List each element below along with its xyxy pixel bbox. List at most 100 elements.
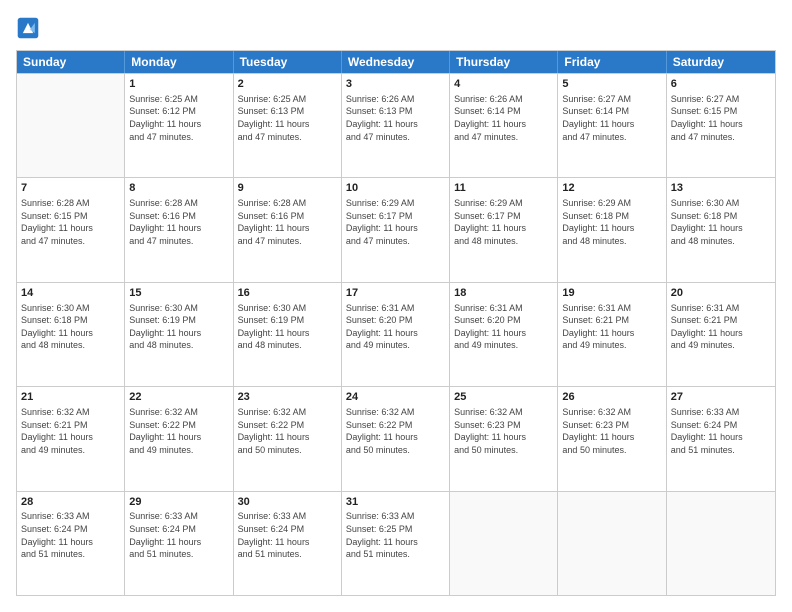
day-info: Sunrise: 6:31 AM Sunset: 6:21 PM Dayligh… xyxy=(671,302,771,352)
cal-week-2: 7Sunrise: 6:28 AM Sunset: 6:15 PM Daylig… xyxy=(17,177,775,281)
calendar-header-row: SundayMondayTuesdayWednesdayThursdayFrid… xyxy=(17,51,775,73)
cal-cell: 13Sunrise: 6:30 AM Sunset: 6:18 PM Dayli… xyxy=(667,178,775,281)
day-info: Sunrise: 6:33 AM Sunset: 6:25 PM Dayligh… xyxy=(346,510,445,560)
day-info: Sunrise: 6:29 AM Sunset: 6:18 PM Dayligh… xyxy=(562,197,661,247)
day-info: Sunrise: 6:30 AM Sunset: 6:19 PM Dayligh… xyxy=(129,302,228,352)
day-info: Sunrise: 6:31 AM Sunset: 6:21 PM Dayligh… xyxy=(562,302,661,352)
day-number: 19 xyxy=(562,286,661,301)
day-number: 21 xyxy=(21,390,120,405)
cal-cell: 14Sunrise: 6:30 AM Sunset: 6:18 PM Dayli… xyxy=(17,283,125,386)
cal-cell: 21Sunrise: 6:32 AM Sunset: 6:21 PM Dayli… xyxy=(17,387,125,490)
day-info: Sunrise: 6:33 AM Sunset: 6:24 PM Dayligh… xyxy=(21,510,120,560)
day-number: 14 xyxy=(21,286,120,301)
day-number: 24 xyxy=(346,390,445,405)
day-number: 12 xyxy=(562,181,661,196)
day-number: 28 xyxy=(21,495,120,510)
cal-cell: 11Sunrise: 6:29 AM Sunset: 6:17 PM Dayli… xyxy=(450,178,558,281)
day-number: 29 xyxy=(129,495,228,510)
calendar-body: 1Sunrise: 6:25 AM Sunset: 6:12 PM Daylig… xyxy=(17,73,775,595)
cal-header-day-sunday: Sunday xyxy=(17,51,125,73)
day-info: Sunrise: 6:32 AM Sunset: 6:22 PM Dayligh… xyxy=(346,406,445,456)
day-number: 23 xyxy=(238,390,337,405)
cal-cell: 18Sunrise: 6:31 AM Sunset: 6:20 PM Dayli… xyxy=(450,283,558,386)
cal-header-day-tuesday: Tuesday xyxy=(234,51,342,73)
cal-cell: 28Sunrise: 6:33 AM Sunset: 6:24 PM Dayli… xyxy=(17,492,125,595)
day-number: 17 xyxy=(346,286,445,301)
cal-cell: 29Sunrise: 6:33 AM Sunset: 6:24 PM Dayli… xyxy=(125,492,233,595)
cal-cell xyxy=(558,492,666,595)
day-number: 30 xyxy=(238,495,337,510)
cal-cell: 26Sunrise: 6:32 AM Sunset: 6:23 PM Dayli… xyxy=(558,387,666,490)
day-info: Sunrise: 6:30 AM Sunset: 6:19 PM Dayligh… xyxy=(238,302,337,352)
day-number: 11 xyxy=(454,181,553,196)
cal-cell: 24Sunrise: 6:32 AM Sunset: 6:22 PM Dayli… xyxy=(342,387,450,490)
day-info: Sunrise: 6:25 AM Sunset: 6:12 PM Dayligh… xyxy=(129,93,228,143)
day-number: 4 xyxy=(454,77,553,92)
cal-cell: 20Sunrise: 6:31 AM Sunset: 6:21 PM Dayli… xyxy=(667,283,775,386)
day-number: 6 xyxy=(671,77,771,92)
day-number: 13 xyxy=(671,181,771,196)
cal-cell: 7Sunrise: 6:28 AM Sunset: 6:15 PM Daylig… xyxy=(17,178,125,281)
day-info: Sunrise: 6:32 AM Sunset: 6:23 PM Dayligh… xyxy=(454,406,553,456)
day-info: Sunrise: 6:31 AM Sunset: 6:20 PM Dayligh… xyxy=(454,302,553,352)
day-info: Sunrise: 6:30 AM Sunset: 6:18 PM Dayligh… xyxy=(671,197,771,247)
day-info: Sunrise: 6:26 AM Sunset: 6:14 PM Dayligh… xyxy=(454,93,553,143)
day-number: 15 xyxy=(129,286,228,301)
cal-cell: 23Sunrise: 6:32 AM Sunset: 6:22 PM Dayli… xyxy=(234,387,342,490)
cal-week-1: 1Sunrise: 6:25 AM Sunset: 6:12 PM Daylig… xyxy=(17,73,775,177)
cal-cell: 15Sunrise: 6:30 AM Sunset: 6:19 PM Dayli… xyxy=(125,283,233,386)
day-number: 8 xyxy=(129,181,228,196)
cal-cell: 2Sunrise: 6:25 AM Sunset: 6:13 PM Daylig… xyxy=(234,74,342,177)
day-number: 5 xyxy=(562,77,661,92)
day-info: Sunrise: 6:26 AM Sunset: 6:13 PM Dayligh… xyxy=(346,93,445,143)
cal-cell: 6Sunrise: 6:27 AM Sunset: 6:15 PM Daylig… xyxy=(667,74,775,177)
day-info: Sunrise: 6:33 AM Sunset: 6:24 PM Dayligh… xyxy=(129,510,228,560)
header xyxy=(16,16,776,40)
day-info: Sunrise: 6:33 AM Sunset: 6:24 PM Dayligh… xyxy=(238,510,337,560)
calendar: SundayMondayTuesdayWednesdayThursdayFrid… xyxy=(16,50,776,596)
day-info: Sunrise: 6:28 AM Sunset: 6:16 PM Dayligh… xyxy=(238,197,337,247)
day-number: 10 xyxy=(346,181,445,196)
day-number: 3 xyxy=(346,77,445,92)
day-number: 18 xyxy=(454,286,553,301)
day-number: 16 xyxy=(238,286,337,301)
day-number: 22 xyxy=(129,390,228,405)
cal-cell: 1Sunrise: 6:25 AM Sunset: 6:12 PM Daylig… xyxy=(125,74,233,177)
day-number: 1 xyxy=(129,77,228,92)
cal-cell: 27Sunrise: 6:33 AM Sunset: 6:24 PM Dayli… xyxy=(667,387,775,490)
day-info: Sunrise: 6:29 AM Sunset: 6:17 PM Dayligh… xyxy=(346,197,445,247)
cal-cell: 4Sunrise: 6:26 AM Sunset: 6:14 PM Daylig… xyxy=(450,74,558,177)
cal-cell: 8Sunrise: 6:28 AM Sunset: 6:16 PM Daylig… xyxy=(125,178,233,281)
day-number: 31 xyxy=(346,495,445,510)
cal-week-3: 14Sunrise: 6:30 AM Sunset: 6:18 PM Dayli… xyxy=(17,282,775,386)
day-info: Sunrise: 6:32 AM Sunset: 6:21 PM Dayligh… xyxy=(21,406,120,456)
day-number: 20 xyxy=(671,286,771,301)
page: SundayMondayTuesdayWednesdayThursdayFrid… xyxy=(0,0,792,612)
day-number: 7 xyxy=(21,181,120,196)
cal-cell: 30Sunrise: 6:33 AM Sunset: 6:24 PM Dayli… xyxy=(234,492,342,595)
cal-cell: 31Sunrise: 6:33 AM Sunset: 6:25 PM Dayli… xyxy=(342,492,450,595)
day-info: Sunrise: 6:33 AM Sunset: 6:24 PM Dayligh… xyxy=(671,406,771,456)
day-number: 27 xyxy=(671,390,771,405)
day-info: Sunrise: 6:27 AM Sunset: 6:14 PM Dayligh… xyxy=(562,93,661,143)
cal-header-day-monday: Monday xyxy=(125,51,233,73)
cal-cell: 25Sunrise: 6:32 AM Sunset: 6:23 PM Dayli… xyxy=(450,387,558,490)
day-number: 2 xyxy=(238,77,337,92)
cal-header-day-saturday: Saturday xyxy=(667,51,775,73)
cal-week-5: 28Sunrise: 6:33 AM Sunset: 6:24 PM Dayli… xyxy=(17,491,775,595)
cal-header-day-wednesday: Wednesday xyxy=(342,51,450,73)
day-info: Sunrise: 6:30 AM Sunset: 6:18 PM Dayligh… xyxy=(21,302,120,352)
cal-cell: 19Sunrise: 6:31 AM Sunset: 6:21 PM Dayli… xyxy=(558,283,666,386)
day-number: 9 xyxy=(238,181,337,196)
day-info: Sunrise: 6:31 AM Sunset: 6:20 PM Dayligh… xyxy=(346,302,445,352)
cal-cell: 12Sunrise: 6:29 AM Sunset: 6:18 PM Dayli… xyxy=(558,178,666,281)
day-number: 25 xyxy=(454,390,553,405)
cal-header-day-thursday: Thursday xyxy=(450,51,558,73)
day-info: Sunrise: 6:32 AM Sunset: 6:22 PM Dayligh… xyxy=(238,406,337,456)
cal-cell: 10Sunrise: 6:29 AM Sunset: 6:17 PM Dayli… xyxy=(342,178,450,281)
cal-cell: 22Sunrise: 6:32 AM Sunset: 6:22 PM Dayli… xyxy=(125,387,233,490)
day-info: Sunrise: 6:27 AM Sunset: 6:15 PM Dayligh… xyxy=(671,93,771,143)
cal-cell xyxy=(17,74,125,177)
day-info: Sunrise: 6:28 AM Sunset: 6:16 PM Dayligh… xyxy=(129,197,228,247)
day-number: 26 xyxy=(562,390,661,405)
